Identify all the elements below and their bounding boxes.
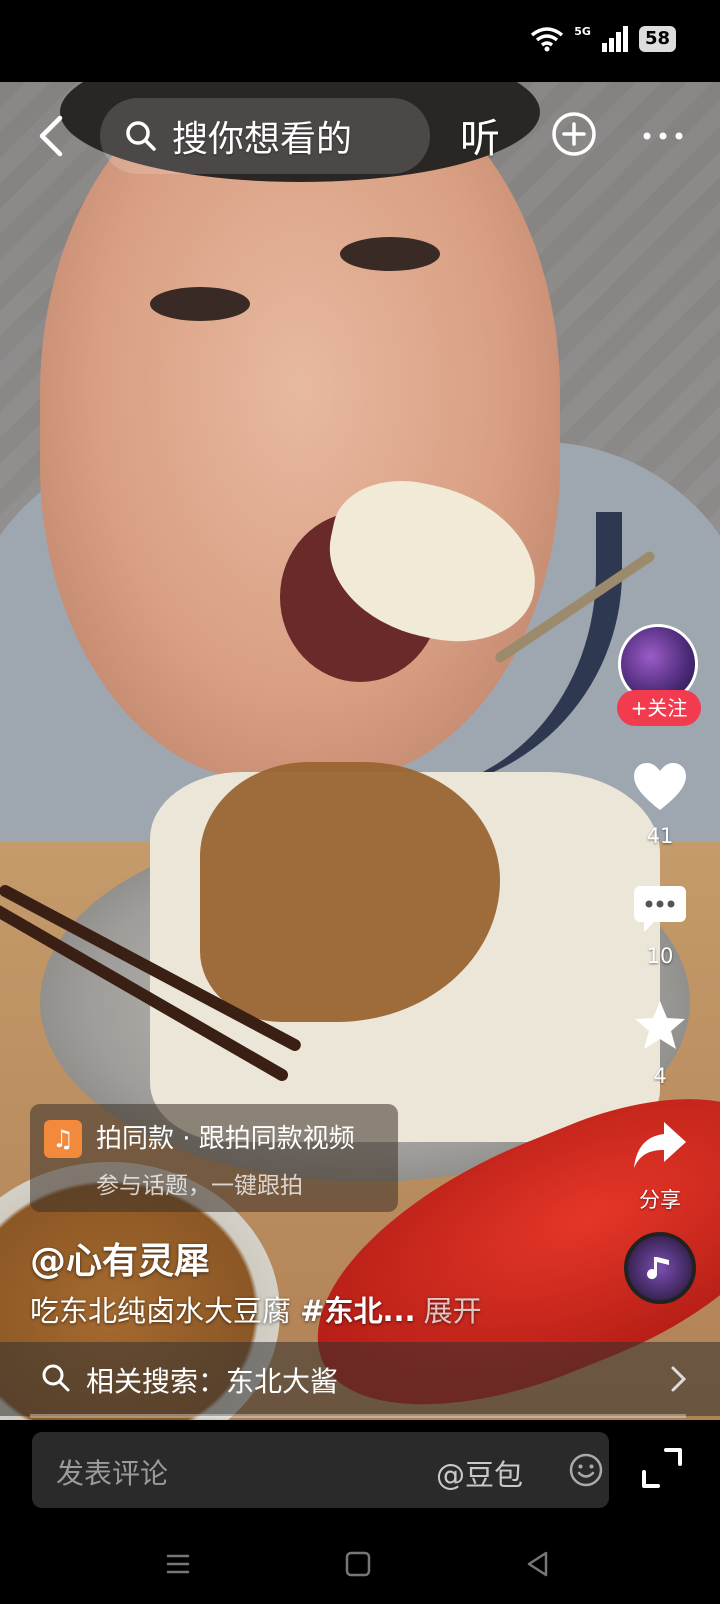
- comment-bar: 发表评论 @豆包: [0, 1420, 720, 1524]
- comment-icon[interactable]: [632, 880, 688, 936]
- share-label: 分享: [639, 1188, 681, 1212]
- back-nav-icon[interactable]: [520, 1546, 556, 1582]
- status-bar: 5G 58: [0, 0, 720, 82]
- system-nav-bar: [0, 1524, 720, 1604]
- search-icon: [126, 121, 156, 151]
- more-icon[interactable]: [638, 112, 688, 160]
- music-disc[interactable]: [624, 1232, 696, 1304]
- search-placeholder: 搜你想看的: [172, 119, 353, 160]
- share-icon[interactable]: [632, 1118, 688, 1174]
- comment-count: 10: [646, 944, 674, 968]
- like-count: 41: [646, 824, 674, 848]
- video-player[interactable]: [0, 82, 720, 1420]
- heart-icon[interactable]: [632, 760, 688, 816]
- listen-button[interactable]: 听: [460, 106, 500, 164]
- battery-level: 58: [638, 26, 676, 52]
- related-search-text: 相关搜索：东北大酱: [86, 1365, 339, 1398]
- top-bar: 搜你想看的 听: [0, 96, 720, 176]
- comment-placeholder: 发表评论: [56, 1457, 169, 1490]
- chevron-right-icon: [671, 1366, 687, 1392]
- network-type: 5G: [574, 24, 591, 38]
- comment-input[interactable]: 发表评论 @豆包: [32, 1432, 609, 1508]
- expand-link[interactable]: 展开: [424, 1294, 482, 1328]
- emoji-icon[interactable]: [568, 1452, 604, 1488]
- caption-text: 吃东北纯卤水大豆腐: [30, 1294, 301, 1328]
- search-icon: [42, 1364, 70, 1392]
- star-icon[interactable]: [632, 998, 688, 1054]
- search-input[interactable]: 搜你想看的: [100, 98, 430, 174]
- template-title: 拍同款 · 跟拍同款视频: [96, 1124, 355, 1154]
- status-indicators: 5G 58: [530, 24, 676, 52]
- right-eye: [340, 237, 440, 271]
- template-subtitle: 参与话题，一键跟拍: [96, 1173, 303, 1199]
- music-note-icon: ♫: [44, 1120, 82, 1158]
- left-eye: [150, 287, 250, 321]
- mention-button[interactable]: @豆包: [436, 1452, 523, 1494]
- favorite-count: 4: [653, 1064, 667, 1088]
- person-head: [40, 82, 560, 782]
- signal-icon: [601, 26, 628, 52]
- related-search-bar[interactable]: 相关搜索：东北大酱: [0, 1342, 720, 1416]
- home-icon[interactable]: [340, 1546, 376, 1582]
- hashtag-link[interactable]: #东北...: [300, 1294, 415, 1328]
- back-icon[interactable]: [28, 112, 76, 160]
- video-progress-bar[interactable]: [30, 1414, 686, 1418]
- post-caption: 吃东北纯卤水大豆腐 #东北... 展开: [30, 1288, 482, 1330]
- follow-button[interactable]: +关注: [617, 690, 701, 726]
- add-icon[interactable]: [550, 110, 598, 158]
- shoot-same-card[interactable]: ♫ 拍同款 · 跟拍同款视频 参与话题，一键跟拍: [30, 1104, 398, 1212]
- wifi-icon: [531, 27, 564, 52]
- menu-icon[interactable]: [160, 1546, 196, 1582]
- author-name[interactable]: @心有灵犀: [30, 1232, 210, 1284]
- fullscreen-icon[interactable]: [640, 1446, 684, 1490]
- music-icon: [647, 1257, 669, 1280]
